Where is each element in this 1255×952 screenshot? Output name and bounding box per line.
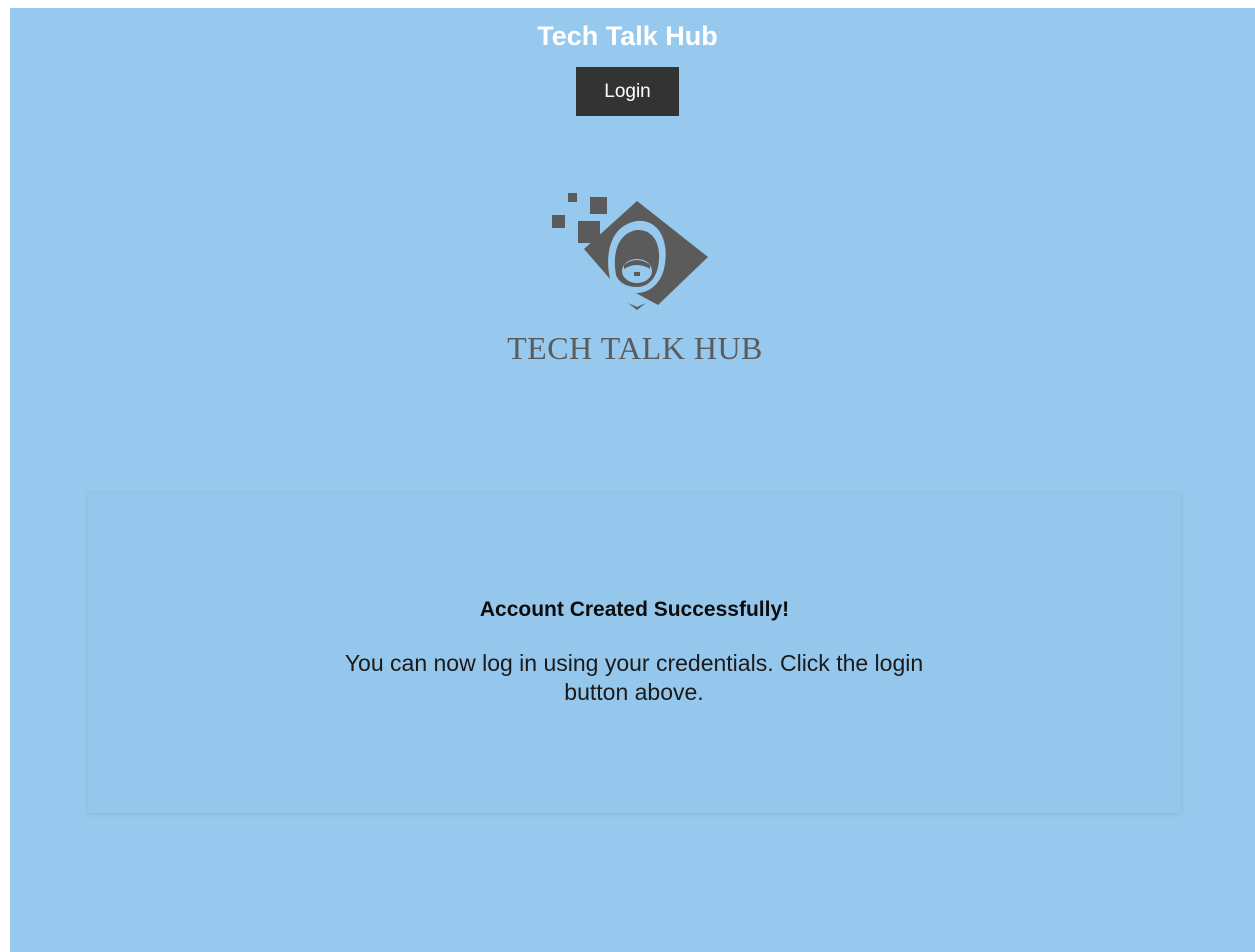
site-title: Tech Talk Hub xyxy=(537,21,718,51)
success-message-card: Account Created Successfully! You can no… xyxy=(88,493,1181,813)
logo-text: TECH TALK HUB xyxy=(507,330,763,366)
hooded-figure-logo-icon xyxy=(552,193,708,310)
success-message-text: You can now log in using your credential… xyxy=(344,650,924,705)
success-heading: Account Created Successfully! xyxy=(479,598,790,621)
login-button[interactable]: Login xyxy=(576,67,679,116)
site-logo: TECH TALK HUB xyxy=(500,185,770,375)
